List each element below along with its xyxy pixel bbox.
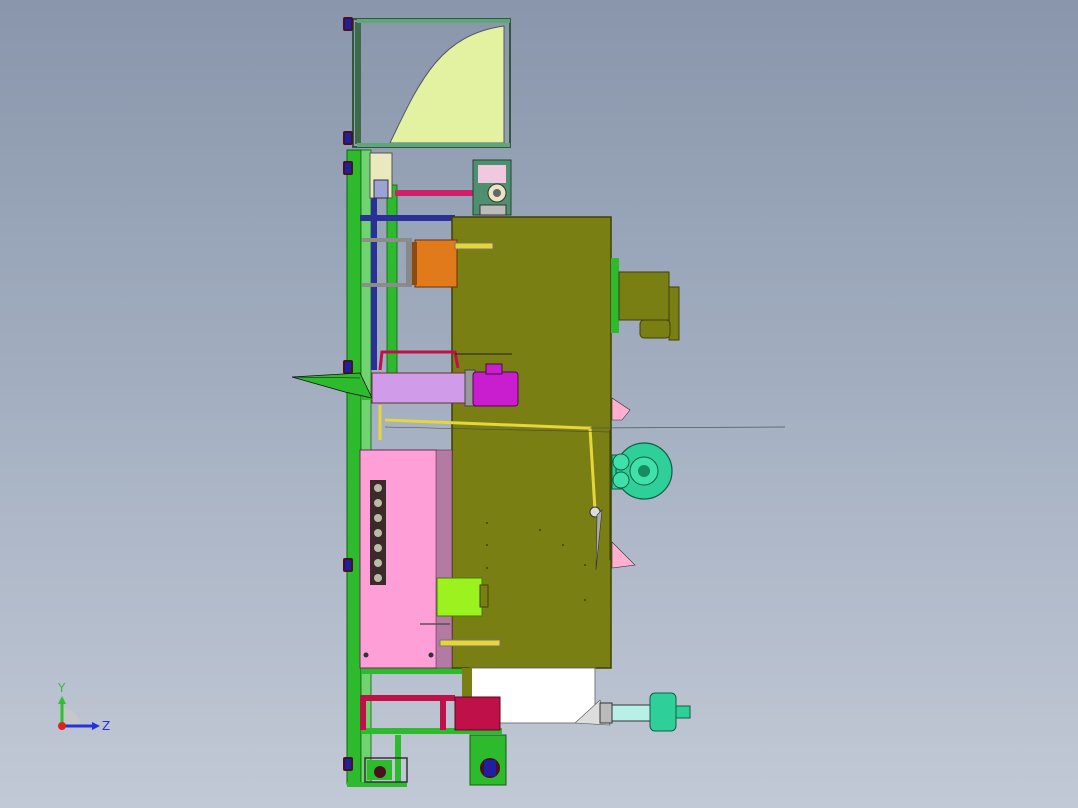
x-axis-dot: [58, 722, 66, 730]
caster-wheel[interactable]: [343, 131, 353, 145]
cad-viewport[interactable]: [0, 0, 1078, 808]
fan-blower[interactable]: [611, 442, 673, 500]
y-axis-label: Y: [57, 681, 66, 695]
yellow-rod: [439, 639, 501, 647]
right-gear-motor[interactable]: [611, 258, 680, 341]
lime-box[interactable]: [436, 577, 489, 617]
pink-control-box[interactable]: [359, 449, 453, 669]
caster-wheel[interactable]: [343, 161, 353, 175]
z-axis-label: Z: [102, 719, 110, 733]
hopper[interactable]: [352, 18, 511, 148]
axis-triad: Y Z: [57, 681, 110, 733]
crimson-frame[interactable]: [360, 695, 501, 731]
caster-wheel[interactable]: [343, 558, 353, 572]
caster-wheel[interactable]: [343, 757, 353, 771]
outlet-motor[interactable]: [599, 692, 691, 732]
caster-wheel[interactable]: [343, 17, 353, 31]
bottom-wheel[interactable]: [469, 734, 507, 786]
caster-wheel[interactable]: [343, 360, 353, 374]
bottom-wheel[interactable]: [367, 760, 392, 780]
